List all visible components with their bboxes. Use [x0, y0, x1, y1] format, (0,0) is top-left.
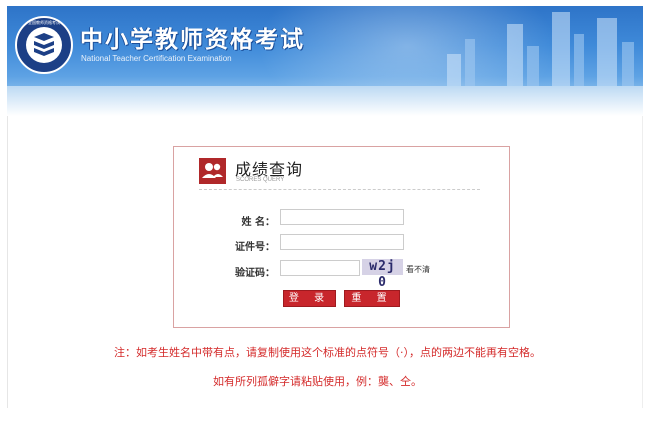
header-building: [507, 24, 523, 94]
users-icon: [199, 158, 226, 184]
header-building: [597, 18, 617, 94]
header-building: [574, 34, 584, 94]
header-building: [552, 12, 570, 94]
site-header: 全国教师资格考试 中小学教师资格考试 National Teacher Cert…: [7, 6, 643, 94]
reset-button[interactable]: 重 置: [344, 290, 400, 307]
panel-divider: [199, 189, 480, 190]
panel-subtitle: SCORES QUERY: [236, 177, 285, 183]
frame-right-border: [642, 94, 643, 408]
header-fade: [7, 86, 643, 116]
site-title-cn: 中小学教师资格考试: [80, 27, 305, 53]
book-icon: [34, 33, 54, 56]
id-number-input[interactable]: [280, 234, 404, 250]
emblem-book-icon: [26, 27, 62, 63]
note-line-1: 注：如考生姓名中带有点，请复制使用这个标准的点符号（·），点的两边不能再有空格。: [114, 346, 541, 359]
site-title-en: National Teacher Certification Examinati…: [81, 54, 232, 63]
captcha-label: 验证码：: [235, 268, 275, 279]
logo-emblem: 全国教师资格考试: [15, 16, 73, 74]
name-label: 姓 名：: [241, 217, 275, 228]
captcha-refresh-link[interactable]: 看不清: [406, 264, 430, 275]
captcha-image[interactable]: w2j 0: [362, 259, 403, 290]
frame-left-border: [7, 94, 8, 408]
captcha-input[interactable]: [280, 260, 360, 276]
name-input[interactable]: [280, 209, 404, 225]
id-label: 证件号：: [235, 242, 275, 253]
login-button[interactable]: 登 录: [283, 290, 336, 307]
note-line-2: 如有所列孤僻字请粘贴使用，例：龑、仝。: [213, 375, 422, 388]
